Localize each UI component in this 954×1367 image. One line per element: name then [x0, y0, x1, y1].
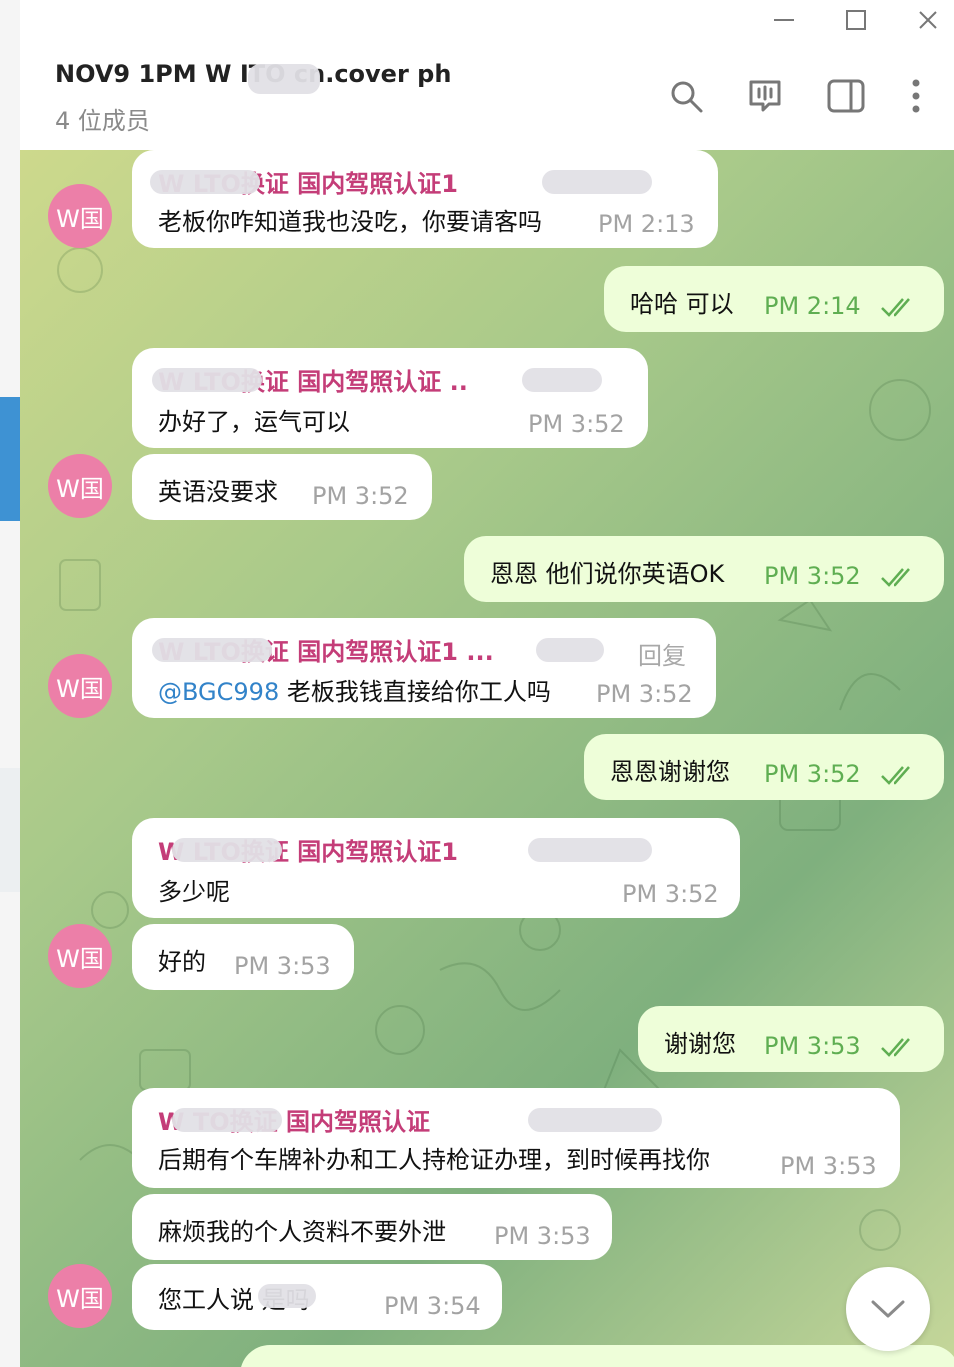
search-icon[interactable]: [664, 74, 708, 118]
message-bubble[interactable]: W LTO换证 国内驾照认证 .. 办好了，运气可以 PM 3:52: [132, 348, 648, 448]
avatar[interactable]: W国: [48, 1264, 112, 1328]
message-time: PM 3:53: [234, 952, 331, 980]
message-bubble[interactable]: W TO换证 国内驾照认证 后期有个车牌补办和工人持枪证办理，到时候再找你 PM…: [132, 1088, 900, 1188]
message-bubble[interactable]: W LTO换证 国内驾照认证1 多少呢 PM 3:52: [132, 818, 740, 918]
chat-area[interactable]: W LTO换证 国内驾照认证1 老板你咋知道我也没吃，你要请客吗 PM 2:13…: [20, 150, 954, 1367]
message-time: PM 3:52: [528, 410, 625, 438]
message-text: 办好了，运气可以: [158, 408, 350, 436]
message-bubble[interactable]: 麻烦我的个人资料不要外泄 PM 3:53: [132, 1194, 612, 1260]
read-check-icon: [881, 568, 910, 587]
message-text: 恩恩谢谢您: [610, 758, 730, 786]
active-chat-indicator: [0, 397, 20, 521]
message-bubble-outgoing[interactable]: 哈哈 可以 PM 2:14: [604, 266, 944, 332]
redaction: [528, 838, 652, 862]
minimize-button[interactable]: [748, 0, 820, 40]
message-time: PM 3:52: [764, 760, 861, 788]
message-time: PM 3:52: [312, 482, 409, 510]
message-bubble-outgoing[interactable]: 恩恩谢谢您 PM 3:52: [584, 734, 944, 800]
reply-button[interactable]: 回复: [638, 636, 686, 671]
message-text: 后期有个车牌补办和工人持枪证办理，到时候再找你: [158, 1146, 710, 1174]
chat-list-sidebar[interactable]: [0, 0, 20, 1367]
sidebar-toggle-icon[interactable]: [824, 74, 868, 118]
message-bubble[interactable]: 您工人说 是吗 PM 3:54: [132, 1264, 502, 1330]
scroll-down-button[interactable]: [846, 1267, 930, 1351]
redaction: [172, 838, 282, 862]
message-time: PM 3:53: [780, 1152, 877, 1180]
redaction: [522, 368, 602, 392]
message-time: PM 3:53: [494, 1222, 591, 1250]
read-check-icon: [881, 298, 910, 317]
video-chat-icon[interactable]: [743, 74, 787, 118]
sidebar-item[interactable]: [0, 768, 20, 892]
message-text: @BGC998 老板我钱直接给你工人吗: [158, 678, 551, 706]
message-bubble[interactable]: W LTO换证 国内驾照认证1 老板你咋知道我也没吃，你要请客吗 PM 2:13: [132, 150, 718, 248]
message-text: 好的: [158, 948, 206, 976]
message-text: 谢谢您: [664, 1030, 736, 1058]
redaction: [258, 1284, 316, 1308]
message-text: 老板你咋知道我也没吃，你要请客吗: [158, 208, 542, 236]
redaction: [152, 368, 262, 392]
chevron-down-icon: [871, 1300, 905, 1318]
mention-link[interactable]: @BGC998: [158, 678, 279, 706]
redaction: [248, 64, 320, 94]
redaction: [536, 638, 604, 662]
member-count: 4 位成员: [55, 107, 150, 135]
read-check-icon: [881, 1038, 910, 1057]
message-time: PM 3:52: [622, 880, 719, 908]
message-text: 英语没要求: [158, 478, 278, 506]
message-text: 多少呢: [158, 878, 230, 906]
message-text: 麻烦我的个人资料不要外泄: [158, 1218, 446, 1246]
message-time: PM 3:52: [764, 562, 861, 590]
redaction: [172, 1108, 282, 1132]
redaction: [150, 170, 260, 194]
message-text: 恩恩 他们说你英语OK: [490, 560, 725, 588]
avatar[interactable]: W国: [48, 454, 112, 518]
avatar[interactable]: W国: [48, 184, 112, 248]
message-bubble[interactable]: 英语没要求 PM 3:52: [132, 454, 432, 520]
avatar[interactable]: W国: [48, 924, 112, 988]
chat-header: NOV9 1PM W ITO cn.cover ph 4 位成员: [20, 40, 954, 151]
message-bubble[interactable]: W LTO换证 国内驾照认证1 ... 回复 @BGC998 老板我钱直接给你工…: [132, 618, 716, 718]
window-titlebar: [20, 0, 954, 40]
message-bubble-outgoing[interactable]: 恩恩 他们说你英语OK PM 3:52: [464, 536, 944, 602]
message-time: PM 3:54: [384, 1292, 481, 1320]
more-icon[interactable]: [894, 74, 938, 118]
message-text: 哈哈 可以: [630, 290, 734, 318]
message-bubble[interactable]: 好的 PM 3:53: [132, 924, 354, 990]
message-time: PM 3:52: [596, 680, 693, 708]
message-bubble-outgoing[interactable]: 谢谢您 PM 3:53: [638, 1006, 944, 1072]
avatar[interactable]: W国: [48, 654, 112, 718]
read-check-icon: [881, 766, 910, 785]
maximize-button[interactable]: [820, 0, 892, 40]
redaction: [152, 638, 272, 662]
message-bubble-outgoing[interactable]: [240, 1345, 954, 1367]
message-time: PM 3:53: [764, 1032, 861, 1060]
redaction: [542, 170, 652, 194]
redaction: [528, 1108, 662, 1132]
message-time: PM 2:13: [598, 210, 695, 238]
close-button[interactable]: [892, 0, 954, 40]
message-time: PM 2:14: [764, 292, 861, 320]
